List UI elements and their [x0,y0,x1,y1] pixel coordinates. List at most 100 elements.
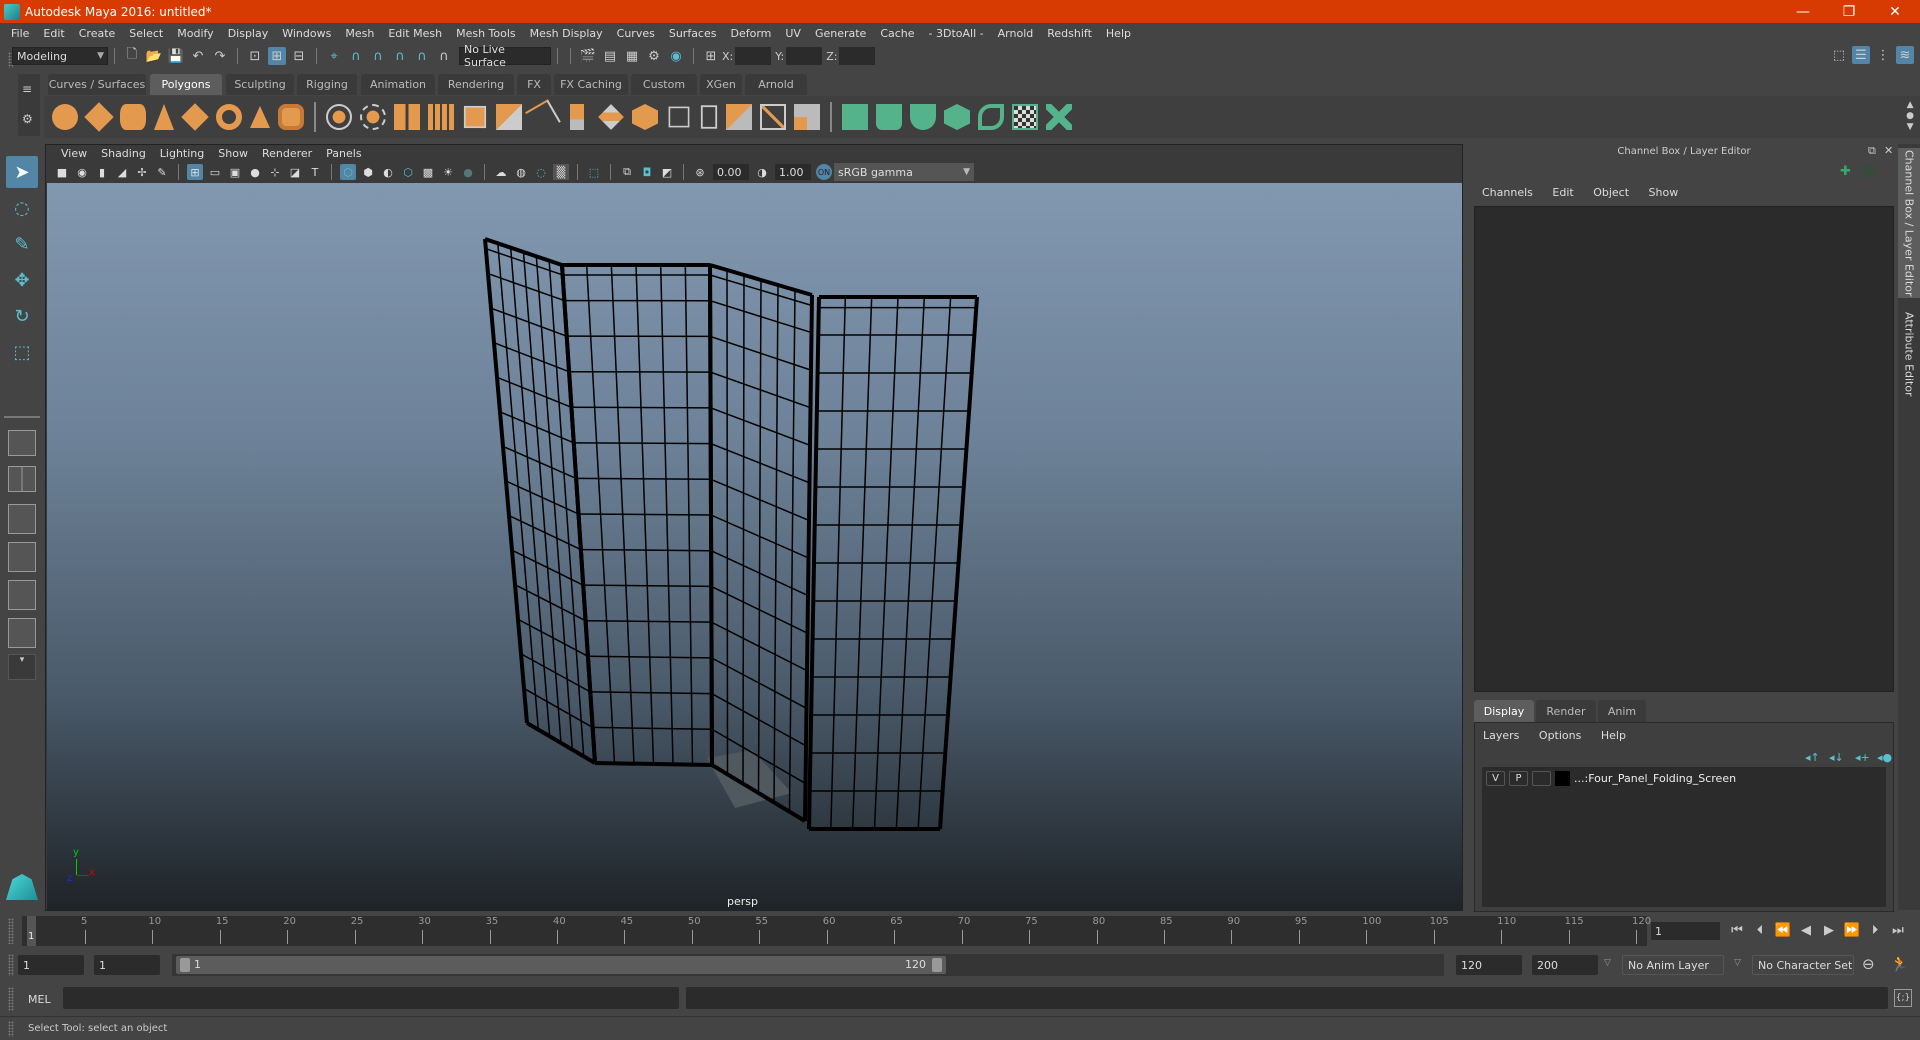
exposure-icon[interactable]: ⊛ [692,164,708,180]
depth-of-field-icon[interactable]: ▒ [553,164,569,180]
hypershade-layout-icon[interactable] [8,580,36,610]
viewport-menu-view[interactable]: View [54,147,94,160]
shelf-tab-sculpting[interactable]: Sculpting [226,74,294,95]
anim-layer-menu-icon[interactable]: ▽ [1604,958,1611,968]
menu-uv[interactable]: UV [778,27,808,40]
gamma-field[interactable]: 1.00 [775,164,811,180]
step-back-key-icon[interactable]: ⏪ [1773,920,1793,940]
menu-create[interactable]: Create [72,27,123,40]
perspective-view[interactable]: y x z persp [47,183,1462,911]
shelf-tab-fx-caching[interactable]: FX Caching [554,74,628,95]
shelf-tab-custom[interactable]: Custom [631,74,697,95]
menu-select[interactable]: Select [122,27,170,40]
use-default-material-icon[interactable]: ◐ [380,164,396,180]
shelf-tab-fx[interactable]: FX [517,74,551,95]
rotate-tool-icon[interactable]: ↻ [6,300,38,332]
layout-dropdown-icon[interactable]: ▾ [8,654,36,680]
menu-mesh-tools[interactable]: Mesh Tools [449,27,523,40]
menu-edit[interactable]: Edit [36,27,71,40]
layer-menu-options[interactable]: Options [1531,729,1589,742]
help-grip[interactable] [8,1021,14,1037]
shelf-tab-animation[interactable]: Animation [361,74,435,95]
tool-settings-icon[interactable]: ⋮ [1874,46,1892,64]
menu-display[interactable]: Display [221,27,276,40]
cb-menu-edit[interactable]: Edit [1544,186,1581,199]
shadows-icon[interactable]: ● [460,164,476,180]
single-perspective-layout-icon[interactable] [8,430,36,456]
motion-blur-icon[interactable]: ◍ [513,164,529,180]
planar-uv-icon[interactable] [842,104,868,130]
poly-torus-icon[interactable] [216,104,242,130]
command-grip[interactable] [8,987,14,1011]
live-surface-field[interactable]: No Live Surface [459,43,551,69]
snap-live-icon[interactable]: ∩ [413,47,431,65]
poly-plane-icon[interactable] [181,103,209,131]
range-end-handle[interactable] [932,958,942,972]
go-to-end-icon[interactable]: ⏭ [1888,920,1908,940]
layer-visibility-toggle[interactable]: V [1486,771,1505,786]
grid-icon[interactable]: ⊞ [187,164,203,180]
safe-title-icon[interactable]: T [307,164,323,180]
layer-display-type-toggle[interactable] [1532,771,1551,786]
menu-arnold[interactable]: Arnold [991,27,1041,40]
shelf-scroll[interactable]: ▲ ● ▼ [1906,100,1914,133]
bridge-icon[interactable] [525,99,561,135]
play-forwards-icon[interactable]: ▶ [1819,920,1839,940]
current-frame-field[interactable]: 1 [1651,922,1720,940]
cylindrical-uv-icon[interactable] [876,104,902,130]
poly-sphere-icon[interactable] [52,104,78,130]
gate-mask-icon[interactable]: ● [247,164,263,180]
command-input[interactable] [63,987,679,1009]
ipr-render-icon[interactable]: ▦ [623,47,641,65]
menu-mesh-display[interactable]: Mesh Display [523,27,610,40]
poly-cone-icon[interactable] [154,104,174,130]
cb-menu-show[interactable]: Show [1641,186,1687,199]
menu-help[interactable]: Help [1099,27,1138,40]
wireframe-icon[interactable]: ⬡ [340,164,356,180]
move-layer-down-icon[interactable]: ◂↓ [1829,751,1844,764]
poly-pipe-icon[interactable] [278,104,304,130]
layer-tab-render[interactable]: Render [1536,700,1596,722]
channel-box-toggle-icon[interactable]: ≋ [1896,46,1914,64]
lasso-tool-icon[interactable]: ◌ [6,192,38,224]
timeline-grip[interactable] [8,918,14,944]
uv-editor-icon[interactable] [1012,104,1038,130]
mirror-icon[interactable] [394,104,420,130]
playback-start-field[interactable]: 1 [94,955,160,975]
snap-grid-icon[interactable]: ⌖ [325,47,343,65]
layer-menu-help[interactable]: Help [1593,729,1634,742]
modeling-toolkit-icon[interactable]: ⬚ [1830,46,1848,64]
extrude-icon[interactable] [570,104,584,130]
hypershade-icon[interactable]: ◉ [667,47,685,65]
automatic-uv-icon[interactable] [944,104,970,130]
viewport-menu-panels[interactable]: Panels [319,147,368,160]
wireframe-on-shaded-icon[interactable]: ⬡ [400,164,416,180]
spherical-uv-icon[interactable] [910,104,936,130]
side-tab-attribute-editor[interactable]: Attribute Editor [1898,304,1920,404]
step-forward-frame-icon[interactable]: ⏵ [1865,920,1885,940]
script-editor-icon[interactable]: {;} [1894,989,1912,1007]
smooth-icon[interactable] [428,104,454,130]
shelf-tab-arnold[interactable]: Arnold [745,74,807,95]
menu-cache[interactable]: Cache [873,27,921,40]
redo-icon[interactable]: ↷ [211,47,229,65]
minimize-icon[interactable]: — [1780,0,1826,23]
extract-icon[interactable] [463,105,487,129]
menu-modify[interactable]: Modify [170,27,220,40]
play-backwards-icon[interactable]: ◀ [1796,920,1816,940]
auto-key-icon[interactable]: ⊖ [1862,955,1875,973]
side-tab-channel-box[interactable]: Channel Box / Layer Editor [1898,148,1920,298]
open-scene-icon[interactable]: 📂 [145,47,163,65]
select-tool-icon[interactable]: ➤ [6,156,38,188]
poly-cube-icon[interactable] [84,102,114,132]
merge-icon[interactable] [760,104,786,130]
unfold-uv-icon[interactable] [978,104,1004,130]
shelf-tab-polygons[interactable]: Polygons [150,74,222,95]
scale-tool-icon[interactable]: ⬚ [6,336,38,368]
range-start-handle[interactable] [180,958,190,972]
viewport-menu-lighting[interactable]: Lighting [153,147,211,160]
shelf-tab-xgen[interactable]: XGen [700,74,742,95]
workspace-dropdown[interactable]: Modeling ▼ [12,47,108,65]
combine-icon[interactable] [326,104,352,130]
move-layer-up-icon[interactable]: ◂↑ [1805,751,1820,764]
